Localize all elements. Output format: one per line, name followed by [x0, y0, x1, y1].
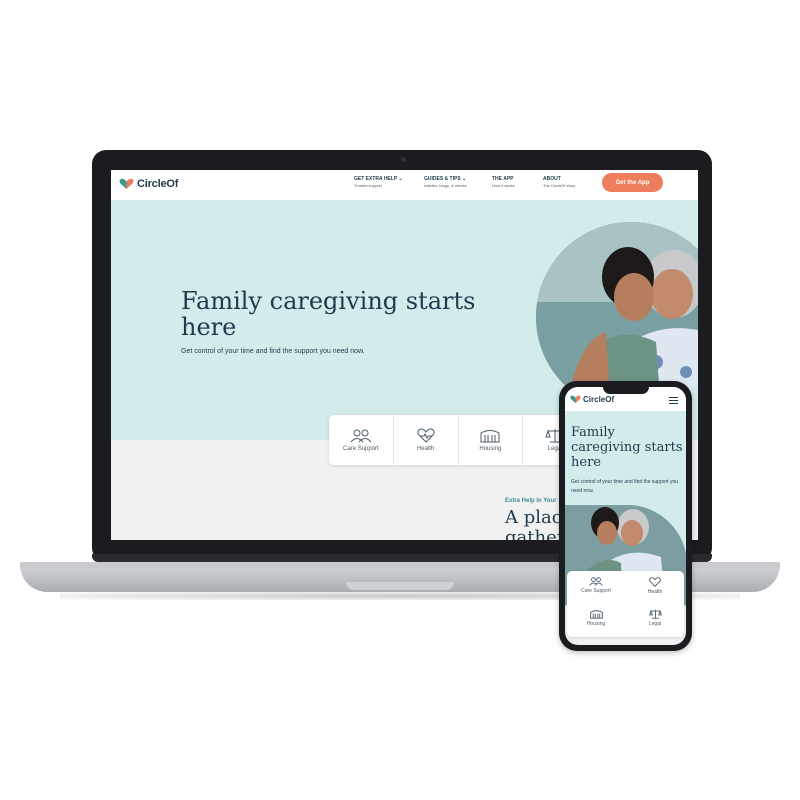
- building-icon: [480, 430, 500, 443]
- laptop-camera: [401, 157, 406, 162]
- mobile-hero-title: Family caregiving starts here: [571, 425, 683, 470]
- phone-screen: CircleOf Family caregiving starts here G…: [565, 387, 686, 645]
- heart-logo-icon: [119, 178, 134, 189]
- nav-label: GUIDES & TIPS: [424, 176, 461, 182]
- category-label: Health: [647, 589, 663, 595]
- building-icon: [589, 610, 603, 619]
- heart-pulse-icon: [649, 577, 661, 587]
- category-label: Health: [416, 446, 435, 452]
- nav-label: ABOUT: [543, 176, 561, 182]
- mobile-hero-subtitle: Get control of your time and find the su…: [571, 479, 679, 494]
- people-icon: [589, 577, 603, 586]
- category-housing[interactable]: Housing: [459, 415, 524, 465]
- category-label: Housing: [586, 621, 606, 627]
- nav-about[interactable]: ABOUT The CircleOf story: [543, 176, 575, 188]
- brand-name: CircleOf: [583, 395, 615, 404]
- heart-pulse-icon: [417, 428, 435, 443]
- mobile-category-housing[interactable]: Housing: [567, 609, 625, 627]
- hamburger-menu-icon[interactable]: [669, 397, 678, 404]
- category-label: Care Support: [343, 445, 379, 452]
- scales-icon: [648, 609, 662, 619]
- mobile-logo[interactable]: CircleOf: [570, 395, 614, 404]
- section-eyebrow: Extra Help in Your: [505, 498, 557, 504]
- nav-get-extra-help[interactable]: GET EXTRA HELP ⌄ Trusted support: [354, 176, 403, 188]
- phone-notch: [603, 387, 649, 394]
- nav-label: GET EXTRA HELP: [354, 176, 398, 182]
- mobile-category-legal[interactable]: Legal: [626, 609, 684, 627]
- chevron-down-icon: ⌄: [398, 176, 403, 182]
- people-icon: [350, 429, 372, 442]
- section-title: A plac gather: [505, 507, 566, 541]
- nav-the-app[interactable]: THE APP How it works: [492, 176, 515, 188]
- laptop-opening-notch: [346, 582, 454, 590]
- mobile-category-health[interactable]: Health: [626, 577, 684, 595]
- nav-sublabel: Trusted support: [354, 183, 382, 188]
- section-title-line: gather: [505, 527, 566, 541]
- chevron-down-icon: ⌄: [462, 176, 467, 182]
- nav-guides-tips[interactable]: GUIDES & TIPS ⌄ Articles, blogs, & stori…: [424, 176, 467, 188]
- category-cards: Care Support Health Housing Legal: [329, 415, 587, 465]
- nav-sublabel: Articles, blogs, & stories: [424, 183, 467, 188]
- nav-sublabel: The CircleOf story: [543, 183, 576, 188]
- desktop-nav-bar: CircleOf GET EXTRA HELP ⌄ Trusted suppor…: [111, 170, 698, 200]
- mobile-category-care-support[interactable]: Care Support: [567, 577, 625, 594]
- brand-name: CircleOf: [137, 178, 179, 190]
- nav-label: THE APP: [492, 176, 514, 182]
- category-label: Care Support: [581, 588, 611, 594]
- desktop-logo[interactable]: CircleOf: [119, 176, 178, 192]
- hero-title: Family caregiving starts here: [181, 287, 476, 341]
- heart-logo-icon: [570, 395, 581, 404]
- get-the-app-button[interactable]: Get the App: [602, 173, 663, 192]
- category-care-support[interactable]: Care Support: [329, 415, 394, 465]
- category-label: Housing: [479, 446, 502, 452]
- nav-sublabel: How it works: [492, 183, 515, 188]
- category-label: Legal: [648, 621, 662, 627]
- category-health[interactable]: Health: [394, 415, 459, 465]
- mobile-category-cards: Care Support Health Housing Legal: [567, 571, 684, 637]
- hero-subtitle: Get control of your time and find the su…: [181, 348, 365, 355]
- section-title-line: A plac: [505, 507, 562, 528]
